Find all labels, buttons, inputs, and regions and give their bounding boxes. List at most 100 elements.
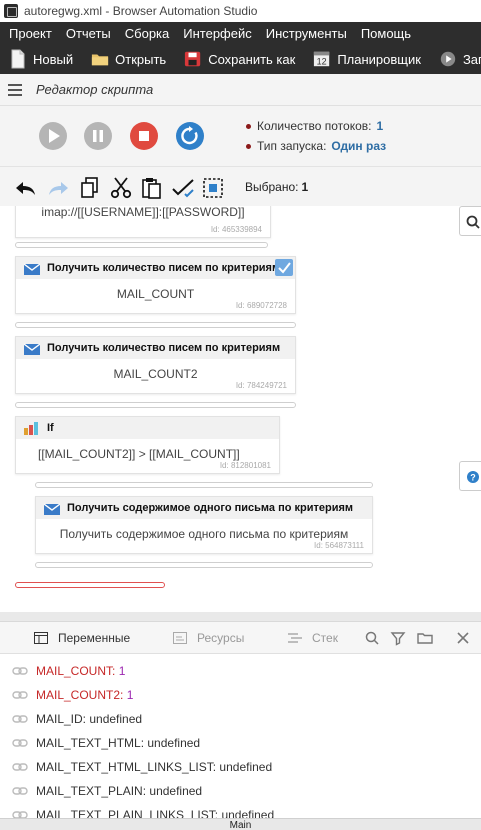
insertion-point[interactable] (15, 582, 165, 588)
threads-info: Количество потоков: 1 (246, 119, 383, 133)
block-header: Получить содержимое одного письма по кри… (36, 497, 372, 519)
block-header: If (16, 417, 279, 439)
run-button[interactable]: Запус (430, 49, 481, 69)
tab-variables-label: Переменные (58, 631, 131, 645)
block-separator[interactable] (15, 322, 296, 328)
variable-value: 1 (126, 688, 134, 702)
variable-row[interactable]: MAIL_TEXT_PLAIN_LINKS_LIST: undefined (12, 808, 274, 818)
panel-splitter[interactable] (0, 612, 481, 622)
resources-icon (173, 632, 187, 644)
redo-icon[interactable] (46, 177, 70, 199)
tab-resources[interactable]: Ресурсы (173, 631, 244, 645)
new-file-icon (11, 49, 25, 69)
search-side-button[interactable] (459, 206, 481, 236)
if-condition-icon (24, 421, 38, 435)
save-as-label: Сохранить как (208, 51, 296, 67)
menu-build[interactable]: Сборка (116, 26, 175, 41)
play-icon[interactable] (38, 121, 68, 151)
variable-name: MAIL_ID: (36, 712, 87, 726)
block-body: imap://[[USERNAME]]:[[PASSWORD]] (41, 206, 245, 219)
menu-project[interactable]: Проект (0, 26, 57, 41)
variable-row[interactable]: MAIL_TEXT_HTML_LINKS_LIST: undefined (12, 760, 272, 774)
block-id: Id: 689072728 (235, 301, 287, 310)
variable-name: MAIL_TEXT_PLAIN_LINKS_LIST: (36, 808, 219, 818)
table-icon (34, 632, 48, 644)
variable-row[interactable]: MAIL_COUNT2: 1 (12, 688, 133, 702)
variable-name: MAIL_COUNT: (36, 664, 116, 678)
variable-value: undefined (89, 712, 143, 726)
help-side-button[interactable]: ? (459, 461, 481, 491)
script-block[interactable]: Получить количество писем по критериям M… (15, 256, 296, 314)
variable-row[interactable]: MAIL_TEXT_PLAIN: undefined (12, 784, 202, 798)
block-header: Получить количество писем по критериям (16, 337, 295, 359)
if-block[interactable]: If [[MAIL_COUNT2]] > [[MAIL_COUNT]] Id: … (15, 416, 280, 474)
block-title: Получить содержимое одного письма по кри… (67, 502, 354, 514)
save-as-button[interactable]: Сохранить как (175, 49, 304, 69)
block-body: Получить содержимое одного письма по кри… (59, 527, 349, 541)
run-panel: Количество потоков: 1 Тип запуска: Один … (0, 106, 481, 166)
filter-icon[interactable] (390, 630, 406, 646)
save-icon (185, 51, 201, 67)
status-bar: Main (0, 818, 481, 830)
check-all-icon[interactable] (171, 177, 195, 199)
help-icon: ? (467, 471, 479, 483)
cut-icon[interactable] (109, 177, 133, 199)
variable-name: MAIL_TEXT_HTML_LINKS_LIST: (36, 760, 217, 774)
block-separator[interactable] (35, 482, 373, 488)
stop-icon[interactable] (129, 121, 159, 151)
script-block[interactable]: imap://[[USERNAME]]:[[PASSWORD]] Id: 465… (15, 206, 271, 238)
editor-header: Редактор скрипта (0, 74, 481, 106)
variable-value: undefined (221, 808, 275, 818)
undo-icon[interactable] (14, 177, 38, 199)
open-button[interactable]: Открыть (82, 49, 175, 69)
block-separator[interactable] (15, 402, 296, 408)
script-block[interactable]: Получить количество писем по критериям M… (15, 336, 296, 394)
selected-count: Выбрано: 1 (245, 180, 308, 194)
variable-row[interactable]: MAIL_COUNT: 1 (12, 664, 125, 678)
threads-label: Количество потоков: (257, 119, 372, 133)
paste-icon[interactable] (140, 177, 164, 199)
script-block[interactable]: Получить содержимое одного письма по кри… (35, 496, 373, 554)
menu-help[interactable]: Помощь (352, 26, 416, 41)
stack-icon (288, 633, 302, 643)
tab-stack[interactable]: Стек (288, 631, 338, 645)
new-button[interactable]: Новый (0, 49, 82, 69)
checkbox-checked-icon[interactable] (275, 259, 293, 276)
hamburger-menu-icon[interactable] (8, 83, 22, 96)
window-title: autoregwg.xml - Browser Automation Studi… (24, 4, 258, 18)
threads-value[interactable]: 1 (377, 119, 384, 133)
bullet-icon (246, 123, 251, 129)
block-separator[interactable] (35, 562, 373, 568)
variable-value: 1 (118, 664, 126, 678)
menu-tools[interactable]: Инструменты (257, 26, 352, 41)
close-icon[interactable] (455, 630, 471, 646)
selected-label: Выбрано: (245, 180, 299, 194)
launch-value[interactable]: Один раз (331, 139, 386, 153)
block-body: MAIL_COUNT2 (113, 367, 198, 381)
script-area: imap://[[USERNAME]]:[[PASSWORD]] Id: 465… (0, 206, 481, 612)
app-icon (4, 4, 18, 18)
copy-icon[interactable] (78, 177, 102, 199)
folder-icon[interactable] (417, 630, 433, 646)
search-icon[interactable] (364, 630, 380, 646)
launch-info: Тип запуска: Один раз (246, 139, 386, 153)
variable-row[interactable]: MAIL_TEXT_HTML: undefined (12, 736, 200, 750)
link-icon (12, 691, 28, 699)
mail-icon (44, 502, 60, 515)
scheduler-button[interactable]: 12 Планировщик (304, 49, 430, 69)
menu-reports[interactable]: Отчеты (57, 26, 116, 41)
variable-name: MAIL_COUNT2: (36, 688, 124, 702)
run-label: Запус (462, 51, 481, 67)
svg-text:12: 12 (317, 56, 327, 66)
editor-title: Редактор скрипта (36, 82, 154, 97)
play-icon (440, 51, 456, 67)
variable-row[interactable]: MAIL_ID: undefined (12, 712, 142, 726)
menu-interface[interactable]: Интерфейс (174, 26, 256, 41)
pause-icon[interactable] (83, 121, 113, 151)
tab-variables[interactable]: Переменные (34, 631, 130, 645)
restart-icon[interactable] (175, 121, 205, 151)
block-id: Id: 784249721 (235, 381, 287, 390)
block-separator[interactable] (15, 242, 268, 248)
edit-toolbar: Выбрано: 1 (0, 166, 481, 206)
select-region-icon[interactable] (202, 177, 226, 199)
